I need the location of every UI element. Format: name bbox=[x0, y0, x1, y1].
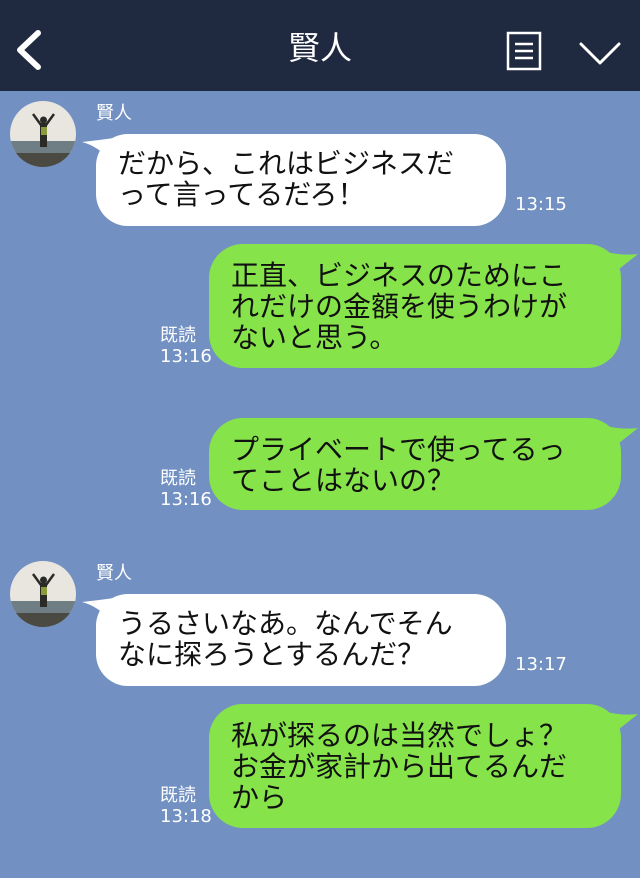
memo-list-icon[interactable] bbox=[506, 31, 542, 71]
read-receipt: 既読 bbox=[160, 785, 196, 806]
message-time: 13:18 bbox=[160, 806, 212, 827]
message-bubble-outgoing[interactable]: 正直、ビジネスのためにこ れだけの金額を使うわけが ないと思う。 bbox=[209, 244, 621, 368]
message-time: 13:16 bbox=[160, 346, 212, 367]
message-time: 13:16 bbox=[160, 489, 212, 510]
message-bubble-outgoing[interactable]: プライベートで使ってるっ てことはないの？ bbox=[209, 418, 621, 510]
chevron-down-icon[interactable] bbox=[578, 38, 622, 68]
sender-name: 賢人 bbox=[96, 563, 132, 584]
message-time: 13:17 bbox=[515, 654, 567, 675]
message-bubble-incoming[interactable]: だから、これはビジネスだ って言ってるだろ！ bbox=[96, 134, 506, 226]
sender-name: 賢人 bbox=[96, 103, 132, 124]
avatar[interactable] bbox=[10, 561, 76, 627]
back-chevron-icon[interactable] bbox=[12, 28, 48, 72]
message-bubble-incoming[interactable]: うるさいなあ。なんでそん なに探ろうとするんだ？ bbox=[96, 594, 506, 686]
message-bubble-outgoing[interactable]: 私が探るのは当然でしょ？ お金が家計から出てるんだ から bbox=[209, 704, 621, 828]
avatar[interactable] bbox=[10, 101, 76, 167]
message-time: 13:15 bbox=[515, 194, 567, 215]
read-receipt: 既読 bbox=[160, 325, 196, 346]
read-receipt: 既読 bbox=[160, 468, 196, 489]
chat-title: 賢人 bbox=[287, 29, 352, 67]
chat-header: 賢人 bbox=[0, 0, 640, 91]
